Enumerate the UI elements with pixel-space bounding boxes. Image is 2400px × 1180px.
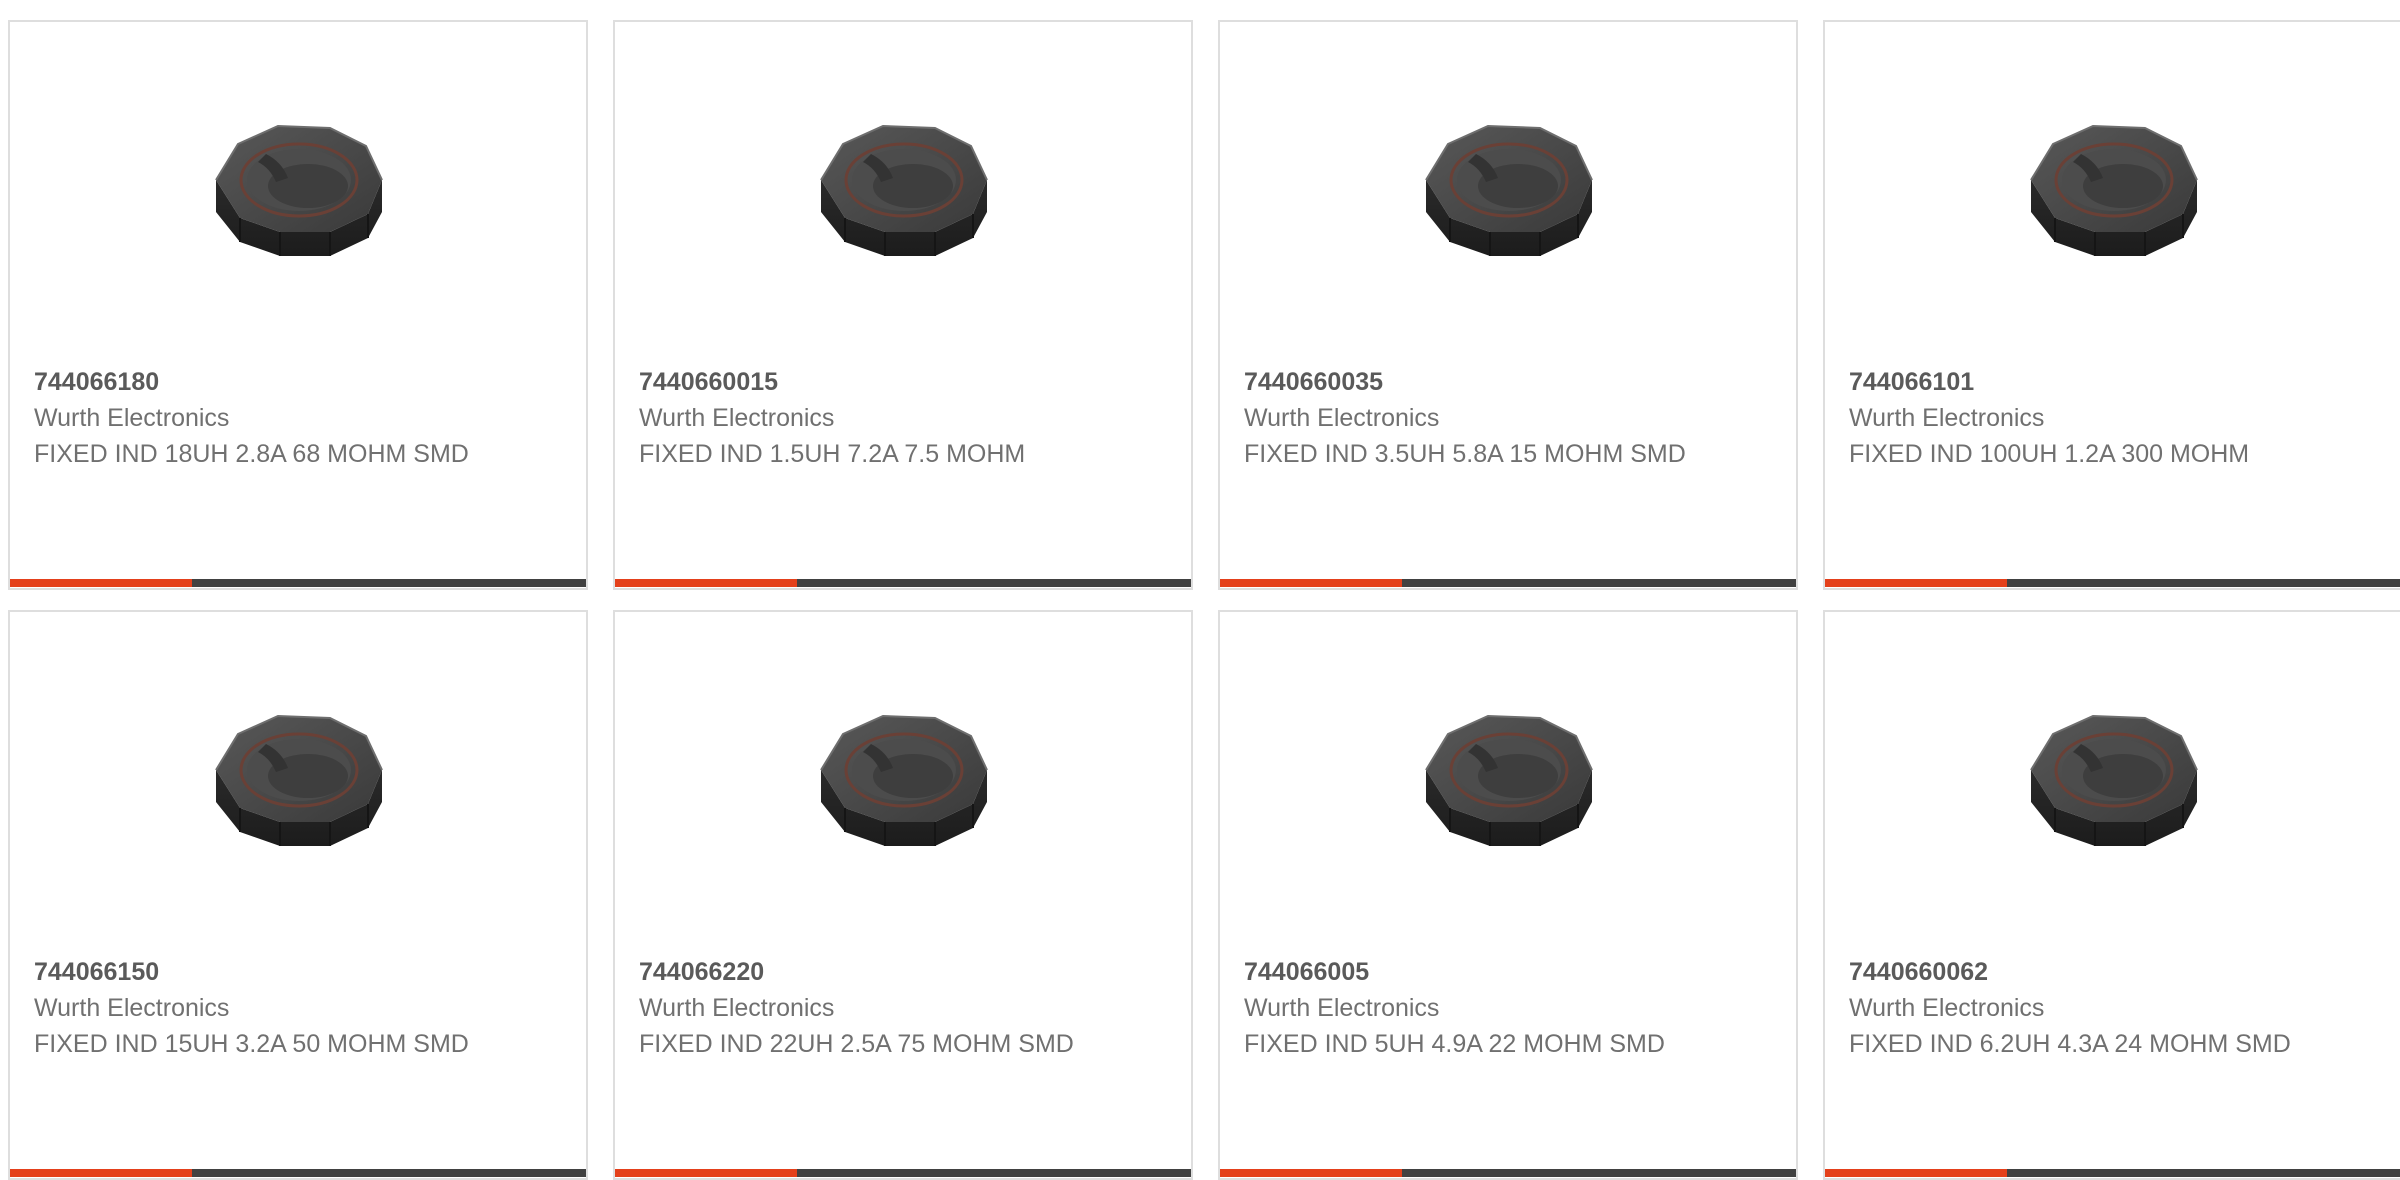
manufacturer-name: Wurth Electronics bbox=[34, 404, 230, 432]
product-image[interactable] bbox=[2011, 682, 2215, 886]
product-image[interactable] bbox=[1406, 682, 1610, 886]
card-accent-bar bbox=[1825, 1169, 2007, 1177]
product-info: 744066005 Wurth Electronics FIXED IND 5U… bbox=[1244, 954, 1704, 1062]
part-number[interactable]: 744066180 bbox=[34, 364, 494, 400]
product-description: FIXED IND 1.5UH 7.2A 7.5 MOHM bbox=[639, 440, 1026, 468]
product-card[interactable]: 744066180 Wurth Electronics FIXED IND 18… bbox=[8, 20, 588, 590]
card-accent-bar bbox=[10, 1169, 192, 1177]
part-number[interactable]: 744066150 bbox=[34, 954, 494, 990]
card-bottom-bar bbox=[1220, 579, 1796, 587]
card-accent-bar bbox=[615, 1169, 797, 1177]
product-card[interactable]: 7440660035 Wurth Electronics FIXED IND 3… bbox=[1218, 20, 1798, 590]
part-number[interactable]: 744066005 bbox=[1244, 954, 1704, 990]
manufacturer-name: Wurth Electronics bbox=[1244, 994, 1440, 1022]
card-bottom-bar bbox=[1825, 579, 2400, 587]
product-card[interactable]: 744066150 Wurth Electronics FIXED IND 15… bbox=[8, 610, 588, 1180]
product-info: 7440660035 Wurth Electronics FIXED IND 3… bbox=[1244, 364, 1704, 472]
product-info: 744066180 Wurth Electronics FIXED IND 18… bbox=[34, 364, 494, 472]
product-description: FIXED IND 15UH 3.2A 50 MOHM SMD bbox=[34, 1030, 469, 1058]
card-bottom-bar bbox=[1825, 1169, 2400, 1177]
product-info: 744066150 Wurth Electronics FIXED IND 15… bbox=[34, 954, 494, 1062]
product-image[interactable] bbox=[196, 92, 400, 296]
card-bottom-bar bbox=[615, 1169, 1191, 1177]
card-bottom-bar bbox=[10, 1169, 586, 1177]
manufacturer-name: Wurth Electronics bbox=[1849, 404, 2045, 432]
product-info: 7440660015 Wurth Electronics FIXED IND 1… bbox=[639, 364, 1099, 472]
card-accent-bar bbox=[1220, 1169, 1402, 1177]
product-image[interactable] bbox=[801, 92, 1005, 296]
card-accent-bar bbox=[1825, 579, 2007, 587]
manufacturer-name: Wurth Electronics bbox=[639, 994, 835, 1022]
part-number[interactable]: 7440660015 bbox=[639, 364, 1099, 400]
smd-inductor-image bbox=[2030, 714, 2198, 846]
product-image[interactable] bbox=[2011, 92, 2215, 296]
card-accent-bar bbox=[10, 579, 192, 587]
card-bottom-bar bbox=[10, 579, 586, 587]
smd-inductor-image bbox=[215, 714, 383, 846]
product-card[interactable]: 744066101 Wurth Electronics FIXED IND 10… bbox=[1823, 20, 2400, 590]
product-description: FIXED IND 100UH 1.2A 300 MOHM bbox=[1849, 440, 2250, 468]
manufacturer-name: Wurth Electronics bbox=[1244, 404, 1440, 432]
product-image[interactable] bbox=[1406, 92, 1610, 296]
product-info: 744066220 Wurth Electronics FIXED IND 22… bbox=[639, 954, 1099, 1062]
part-number[interactable]: 744066220 bbox=[639, 954, 1099, 990]
card-accent-bar bbox=[615, 579, 797, 587]
part-number[interactable]: 744066101 bbox=[1849, 364, 2309, 400]
product-description: FIXED IND 6.2UH 4.3A 24 MOHM SMD bbox=[1849, 1030, 2291, 1058]
part-number[interactable]: 7440660035 bbox=[1244, 364, 1704, 400]
smd-inductor-image bbox=[820, 714, 988, 846]
product-grid: 744066180 Wurth Electronics FIXED IND 18… bbox=[8, 20, 2400, 1180]
smd-inductor-image bbox=[2030, 124, 2198, 256]
product-card[interactable]: 7440660062 Wurth Electronics FIXED IND 6… bbox=[1823, 610, 2400, 1180]
product-image[interactable] bbox=[196, 682, 400, 886]
smd-inductor-image bbox=[1425, 124, 1593, 256]
manufacturer-name: Wurth Electronics bbox=[639, 404, 835, 432]
card-bottom-bar bbox=[1220, 1169, 1796, 1177]
product-description: FIXED IND 22UH 2.5A 75 MOHM SMD bbox=[639, 1030, 1074, 1058]
product-card[interactable]: 744066220 Wurth Electronics FIXED IND 22… bbox=[613, 610, 1193, 1180]
card-accent-bar bbox=[1220, 579, 1402, 587]
card-bottom-bar bbox=[615, 579, 1191, 587]
product-info: 7440660062 Wurth Electronics FIXED IND 6… bbox=[1849, 954, 2309, 1062]
product-description: FIXED IND 5UH 4.9A 22 MOHM SMD bbox=[1244, 1030, 1665, 1058]
product-description: FIXED IND 18UH 2.8A 68 MOHM SMD bbox=[34, 440, 469, 468]
smd-inductor-image bbox=[1425, 714, 1593, 846]
product-card[interactable]: 744066005 Wurth Electronics FIXED IND 5U… bbox=[1218, 610, 1798, 1180]
smd-inductor-image bbox=[215, 124, 383, 256]
product-info: 744066101 Wurth Electronics FIXED IND 10… bbox=[1849, 364, 2309, 472]
product-description: FIXED IND 3.5UH 5.8A 15 MOHM SMD bbox=[1244, 440, 1686, 468]
product-card[interactable]: 7440660015 Wurth Electronics FIXED IND 1… bbox=[613, 20, 1193, 590]
smd-inductor-image bbox=[820, 124, 988, 256]
manufacturer-name: Wurth Electronics bbox=[1849, 994, 2045, 1022]
product-image[interactable] bbox=[801, 682, 1005, 886]
part-number[interactable]: 7440660062 bbox=[1849, 954, 2309, 990]
manufacturer-name: Wurth Electronics bbox=[34, 994, 230, 1022]
